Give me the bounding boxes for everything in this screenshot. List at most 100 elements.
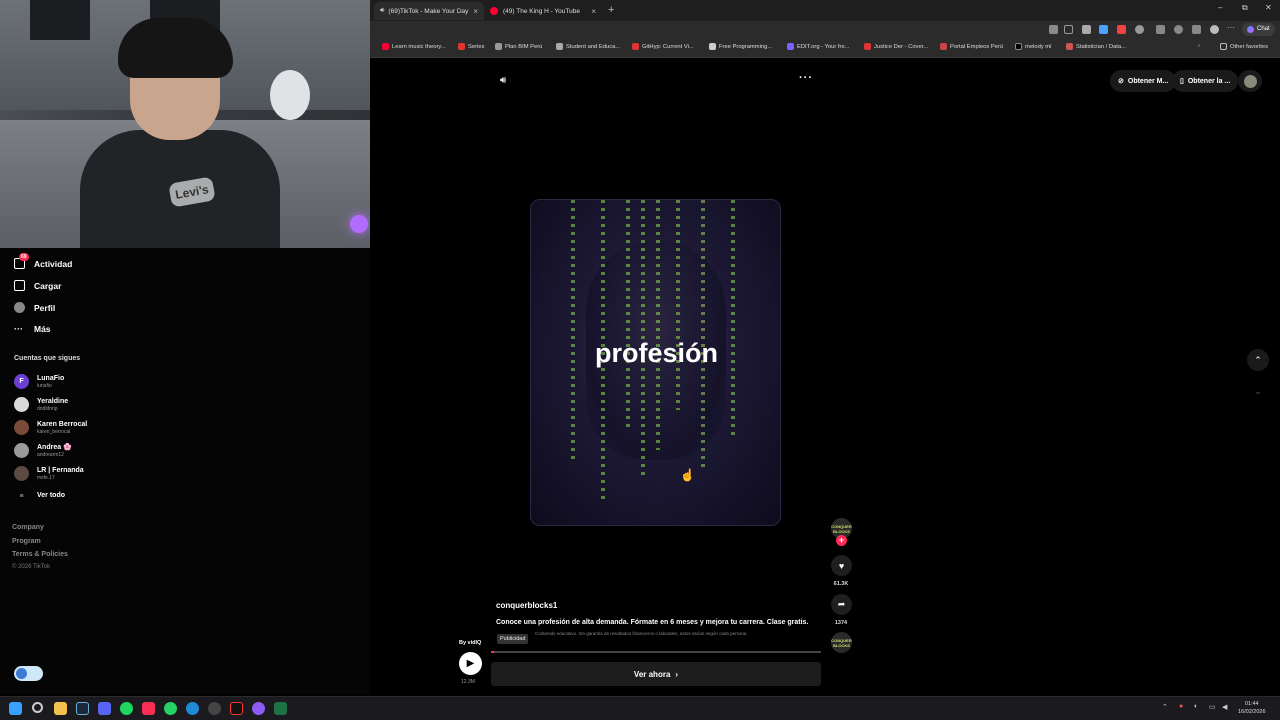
extension-icon[interactable] [1082,25,1091,34]
favorite-star-icon[interactable] [1064,25,1073,34]
theme-toggle[interactable] [14,666,43,681]
music-icon[interactable] [142,702,155,715]
app-icon[interactable] [252,702,265,715]
video-player[interactable]: profesión [530,199,781,526]
bookmarks-overflow-chevron[interactable]: › [1198,43,1200,49]
bookmark[interactable]: GitHyp: Current Vi... [632,43,694,50]
bookmark[interactable]: Free Programming... [709,43,772,50]
like-button[interactable]: ♥ [831,555,852,576]
ad-username[interactable]: conquerblocks1 [496,601,557,610]
whatsapp-icon[interactable] [164,702,177,715]
footer-link-company[interactable]: Company [12,524,44,531]
tiktok-icon[interactable] [230,702,243,715]
steam-icon[interactable] [76,702,89,715]
footer-link-program[interactable]: Program [12,538,41,545]
nav-more[interactable]: ··· Más [14,324,51,334]
puzzle-icon[interactable] [1156,25,1165,34]
speaker-icon[interactable]: 🔊︎ [380,7,384,15]
profile-avatar[interactable] [1238,70,1262,92]
webcam-plush-toy [270,70,310,120]
refresh-icon[interactable] [1135,25,1144,34]
close-window-button[interactable]: ✕ [1265,3,1272,12]
volume-icon[interactable]: ◀ [1222,703,1227,711]
tab-youtube[interactable]: (49) The King H - YouTube × [484,2,602,20]
bookmark[interactable]: melody ml [1015,43,1051,50]
volume-button[interactable]: 🔊︎ [500,75,506,86]
nav-upload-label: Cargar [34,280,62,291]
bookmark-label: Series [468,43,485,50]
following-account[interactable]: Karen Berrocal karen_berrocal [14,420,87,435]
edge-icon[interactable] [186,702,199,715]
video-progress-bar[interactable] [491,651,821,653]
profile-avatar-icon [14,302,25,313]
app-icon[interactable] [1049,25,1058,34]
bookmark[interactable]: EDIT.org - Your fre... [787,43,850,50]
file-explorer-icon[interactable] [54,702,67,715]
restore-button[interactable]: ⧉ [1242,3,1248,13]
get-app-button[interactable]: ▯ Obtener la ... [1172,70,1239,92]
next-video-button[interactable]: ⌄ [1247,380,1269,402]
webcam-overlay: Levi's [0,0,370,248]
menu-dots-icon[interactable]: ··· [1227,24,1236,34]
following-account[interactable]: Yeraldine dndldnnp [14,397,68,412]
bookmark[interactable]: Statistician / Data... [1066,43,1126,50]
battery-icon[interactable]: ▭ [1209,703,1216,711]
activity-badge: 69 [19,253,29,261]
bookmark[interactable]: Portal Empleos Perú [940,43,1003,50]
microphone-icon[interactable]: ● [1179,703,1183,710]
follow-plus-button[interactable]: + [836,535,847,546]
system-clock[interactable]: 01:44 16/02/2026 [1238,700,1266,716]
tray-chevron-icon[interactable]: ⌃ [1162,703,1168,711]
new-tab-button[interactable]: + [608,4,614,16]
chat-label: Chat [1257,26,1270,32]
nav-profile[interactable]: Perfil [14,302,55,313]
bookmark[interactable]: Student and Educa... [556,43,620,50]
nav-upload[interactable]: Cargar [14,280,61,291]
history-icon[interactable] [1174,25,1183,34]
play-button[interactable]: ▶ [459,652,482,675]
tab-tiktok[interactable]: 🔊︎ (69)TikTok - Make Your Day × [374,2,484,20]
extension-icon[interactable] [1117,25,1126,34]
chevron-right-icon: › [675,669,679,679]
other-favorites[interactable]: Other favorites [1220,43,1268,50]
share-button[interactable]: ➦ [831,594,852,615]
previous-video-button[interactable]: ⌃ [1247,349,1269,371]
get-coins-button[interactable]: ⊘ Obtener M... [1110,70,1177,92]
folder-icon [1220,43,1227,50]
account-handle: lunafio [37,382,52,389]
close-tab-icon[interactable]: × [473,7,478,16]
bookmark-icon [556,43,563,50]
following-account[interactable]: F LunaFio lunafio [14,374,64,389]
discord-icon[interactable] [98,702,111,715]
windows-start-icon[interactable] [9,702,22,715]
following-account[interactable]: LR | Fernanda mxfe.17 [14,466,84,481]
bookmark[interactable]: Series [458,43,484,50]
excel-icon[interactable] [274,702,287,715]
ad-description: Conoce una profesión de alta demanda. Fó… [496,619,809,626]
tab-youtube-label: (49) The King H - YouTube [503,7,580,15]
extension-icon[interactable] [1099,25,1108,34]
spotify-icon[interactable] [120,702,133,715]
download-icon[interactable] [1192,25,1201,34]
sound-avatar[interactable]: CONQUER BLOCKS [831,632,852,653]
bookmark-icon [864,43,871,50]
cta-button[interactable]: Ver ahora › [491,662,821,686]
close-tab-icon[interactable]: × [591,7,596,16]
search-icon[interactable] [32,702,43,713]
more-options-button[interactable]: ··· [799,72,813,84]
footer-link-terms[interactable]: Terms & Policies [12,551,68,558]
bookmark-label: Portal Empleos Perú [950,43,1004,50]
minimize-button[interactable]: – [1218,3,1222,12]
bookmark[interactable]: Learn music theory... [382,43,446,50]
profile-icon[interactable] [1210,25,1219,34]
bookmark[interactable]: Plan BIM Perú [495,43,542,50]
see-all-link[interactable]: ≡ Ver todo [14,492,65,500]
chevron-up-icon: ⌃ [1254,354,1262,365]
nav-activity[interactable]: 69 Actividad [14,253,72,269]
bookmark[interactable]: Justice Der - Cover... [864,43,928,50]
chrome-icon[interactable] [208,702,221,715]
network-icon[interactable]: ◐ [1194,703,1198,710]
toolbar: ··· Chat [370,21,1280,38]
following-account[interactable]: Andrea 🌸 andrearm12 [14,443,72,458]
copilot-chat-button[interactable]: Chat [1242,23,1275,36]
